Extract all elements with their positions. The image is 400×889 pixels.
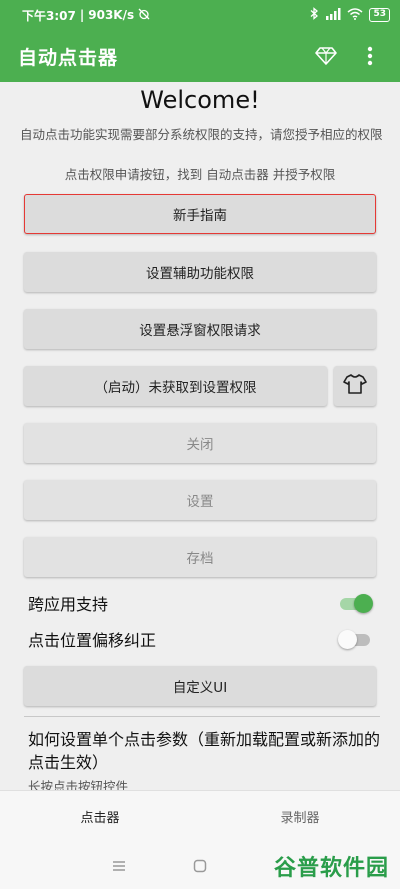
offset-correction-switch[interactable] <box>338 629 372 649</box>
diamond-icon[interactable] <box>310 40 342 72</box>
cell-signal-icon <box>325 7 341 23</box>
settings-button[interactable]: 设置 <box>24 480 376 520</box>
more-options-icon[interactable] <box>354 40 386 72</box>
menu-icon[interactable] <box>109 856 129 876</box>
status-bar: 下午3:07 | 903K/s 53 <box>0 0 400 30</box>
battery-icon: 53 <box>369 8 390 22</box>
main-content[interactable]: Welcome! 自动点击功能实现需要部分系统权限的支持，请您授予相应的权限 点… <box>0 82 400 790</box>
permission-description: 自动点击功能实现需要部分系统权限的支持，请您授予相应的权限 <box>20 127 383 142</box>
archive-button[interactable]: 存档 <box>24 537 376 577</box>
wifi-icon <box>347 7 363 23</box>
status-time: 下午3:07 <box>22 8 76 23</box>
custom-ui-button[interactable]: 自定义UI <box>24 666 376 706</box>
close-button[interactable]: 关闭 <box>24 423 376 463</box>
permission-hint: 点击权限申请按钮，找到 自动点击器 并授予权限 <box>64 167 336 182</box>
tab-clicker[interactable]: 点击器 <box>0 791 200 842</box>
howto-title: 如何设置单个点击参数（重新加载配置或新添加的点击生效） <box>28 730 381 772</box>
welcome-title: Welcome! <box>140 86 260 114</box>
alarm-off-icon <box>138 8 150 23</box>
offset-correction-label: 点击位置偏移纠正 <box>28 631 157 650</box>
cross-app-switch[interactable] <box>338 593 373 613</box>
offset-correction-row: 点击位置偏移纠正 <box>28 624 372 654</box>
theme-skin-button[interactable] <box>334 366 376 406</box>
start-button[interactable]: （启动）未获取到设置权限 <box>24 366 327 406</box>
tab-recorder[interactable]: 录制器 <box>200 791 400 842</box>
guide-button[interactable]: 新手指南 <box>24 194 376 234</box>
app-bar: 自动点击器 <box>0 30 400 82</box>
divider <box>24 716 380 717</box>
accessibility-permission-button[interactable]: 设置辅助功能权限 <box>24 252 376 292</box>
home-icon[interactable] <box>190 856 210 876</box>
cross-app-label: 跨应用支持 <box>28 595 109 614</box>
app-title: 自动点击器 <box>18 46 119 69</box>
howto-subtitle: 长按点击按钮控件 <box>28 779 129 790</box>
overlay-permission-button[interactable]: 设置悬浮窗权限请求 <box>24 309 376 349</box>
watermark-text: 谷普软件园 <box>274 856 390 881</box>
bluetooth-icon <box>309 7 319 23</box>
status-network-speed: 903K/s <box>88 8 135 22</box>
cross-app-row: 跨应用支持 <box>28 588 373 618</box>
bottom-tab-bar: 点击器 录制器 <box>0 790 400 842</box>
shirt-icon <box>343 373 367 399</box>
